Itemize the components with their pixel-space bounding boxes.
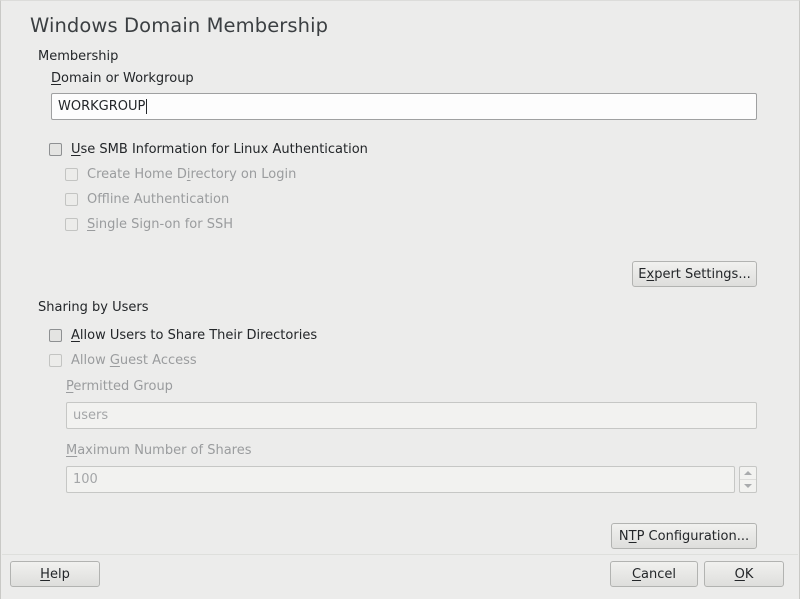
checkbox-use-smb-information[interactable]: Use SMB Information for Linux Authentica… — [49, 142, 368, 157]
domain-input-value: WORKGROUP — [58, 99, 145, 114]
checkbox-text-guest-post: uest Access — [120, 353, 197, 368]
checkbox-accel-guest: G — [110, 353, 120, 368]
max-shares-stepper[interactable] — [739, 466, 757, 493]
checkbox-text-use-smb: se SMB Information for Linux Authenticat… — [81, 142, 368, 157]
section-heading-sharing-by-users: Sharing by Users — [38, 300, 149, 315]
expert-label-post: pert Settings... — [654, 267, 751, 282]
checkbox-text-create-home-pre: Create Home D — [87, 167, 187, 182]
chevron-down-icon — [744, 484, 752, 488]
ok-label-accel: O — [735, 567, 745, 582]
checkbox-box-icon — [49, 143, 62, 156]
ntp-configuration-label: NTP Configuration... — [619, 529, 749, 544]
help-label-accel: H — [40, 567, 50, 582]
max-shares-value: 100 — [73, 472, 98, 487]
ntp-label-pre: N — [619, 529, 629, 544]
ntp-configuration-button[interactable]: NTP Configuration... — [611, 523, 757, 549]
cancel-label-rest: ancel — [641, 567, 676, 582]
max-shares-label-rest: aximum Number of Shares — [77, 443, 251, 458]
ntp-label-post: P Configuration... — [637, 529, 750, 544]
permitted-group-label-rest: ermitted Group — [73, 379, 173, 394]
ok-button[interactable]: OK — [704, 561, 784, 587]
checkbox-label-allow-guest-access: Allow Guest Access — [71, 353, 197, 368]
checkbox-text-offline-pre: Of — [87, 192, 110, 207]
expert-settings-label: Expert Settings... — [638, 267, 750, 282]
checkbox-offline-authentication[interactable]: Offline Authentication — [65, 192, 229, 207]
checkbox-text-offline-post: line Authentication — [110, 192, 229, 207]
checkbox-text-allow-users: llow Users to Share Their Directories — [80, 328, 317, 343]
checkbox-box-icon — [49, 329, 62, 342]
footer-divider — [2, 554, 798, 555]
help-button[interactable]: Help — [10, 561, 100, 587]
checkbox-create-home-directory[interactable]: Create Home Directory on Login — [65, 167, 296, 182]
maximum-number-of-shares-label: Maximum Number of Shares — [66, 443, 252, 458]
dialog-window: Windows Domain Membership Membership Dom… — [0, 0, 800, 599]
checkbox-accel-use-smb: U — [71, 142, 81, 157]
checkbox-single-sign-on-ssh[interactable]: Single Sign-on for SSH — [65, 217, 233, 232]
help-label: Help — [40, 567, 70, 582]
stepper-down-button[interactable] — [740, 480, 756, 493]
checkbox-box-icon — [65, 168, 78, 181]
ok-label: OK — [735, 567, 754, 582]
help-label-rest: elp — [50, 567, 70, 582]
checkbox-label-create-home-directory: Create Home Directory on Login — [87, 167, 296, 182]
checkbox-label-allow-users-share: Allow Users to Share Their Directories — [71, 328, 317, 343]
checkbox-label-use-smb: Use SMB Information for Linux Authentica… — [71, 142, 368, 157]
permitted-group-label: Permitted Group — [66, 379, 173, 394]
checkbox-text-create-home-post: rectory on Login — [191, 167, 297, 182]
domain-or-workgroup-label: Domain or Workgroup — [51, 71, 194, 86]
checkbox-text-sso-post: ingle Sign-on for SSH — [95, 217, 233, 232]
checkbox-allow-guest-access[interactable]: Allow Guest Access — [49, 353, 197, 368]
permitted-group-value: users — [73, 408, 108, 423]
cancel-label: Cancel — [632, 567, 676, 582]
permitted-group-input[interactable]: users — [66, 402, 757, 429]
checkbox-box-icon — [65, 218, 78, 231]
checkbox-box-icon — [65, 193, 78, 206]
domain-label-accel: D — [51, 71, 61, 86]
checkbox-text-guest-pre: Allow — [71, 353, 110, 368]
stepper-up-button[interactable] — [740, 467, 756, 480]
domain-or-workgroup-input[interactable]: WORKGROUP — [51, 93, 757, 120]
checkbox-box-icon — [49, 354, 62, 367]
cancel-label-accel: C — [632, 567, 641, 582]
page-title: Windows Domain Membership — [30, 14, 328, 37]
max-shares-label-accel: M — [66, 443, 77, 458]
expert-settings-button[interactable]: Expert Settings... — [632, 261, 757, 287]
checkbox-allow-users-share-directories[interactable]: Allow Users to Share Their Directories — [49, 328, 317, 343]
cancel-button[interactable]: Cancel — [610, 561, 698, 587]
section-heading-membership: Membership — [38, 49, 118, 64]
checkbox-label-single-sign-on: Single Sign-on for SSH — [87, 217, 233, 232]
maximum-number-of-shares-input[interactable]: 100 — [66, 466, 735, 493]
domain-label-rest: omain or Workgroup — [61, 71, 194, 86]
ok-label-rest: K — [745, 567, 754, 582]
ntp-label-accel: T — [629, 529, 637, 544]
text-caret — [146, 99, 147, 114]
checkbox-accel-allow-users: A — [71, 328, 80, 343]
checkbox-label-offline-authentication: Offline Authentication — [87, 192, 229, 207]
chevron-up-icon — [744, 471, 752, 475]
